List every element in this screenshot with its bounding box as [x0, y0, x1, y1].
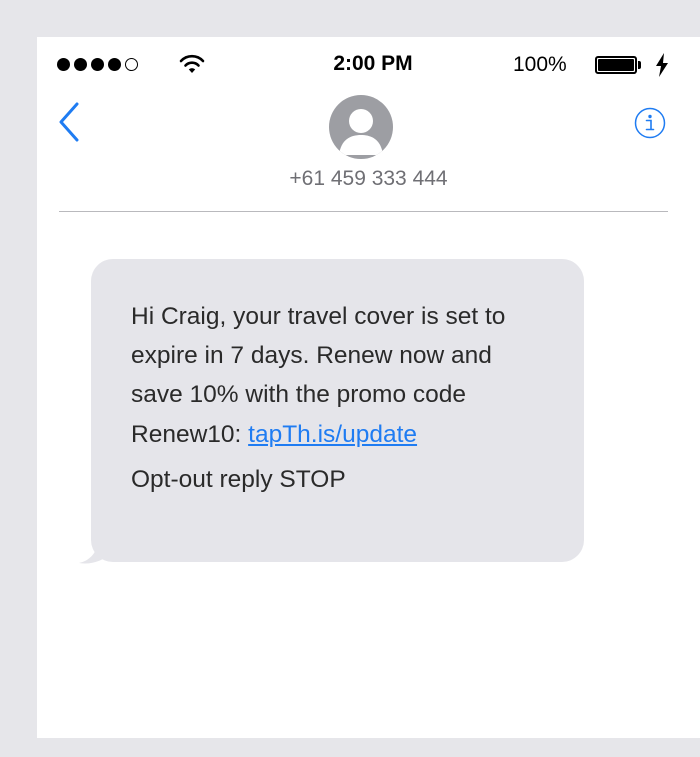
opt-out-text: Opt-out reply STOP — [131, 465, 346, 493]
contact-number[interactable]: +61 459 333 444 — [37, 167, 700, 191]
person-avatar-icon[interactable] — [329, 95, 393, 159]
message-link[interactable]: tapTh.is/update — [248, 421, 417, 448]
person-silhouette-icon — [339, 109, 383, 155]
signal-dot — [74, 58, 87, 71]
message-bubble-group: Hi Craig, your travel cover is set to ex… — [75, 259, 595, 564]
signal-dot — [91, 58, 104, 71]
wifi-icon — [179, 54, 205, 73]
battery-icon — [595, 56, 637, 74]
battery-fill — [598, 59, 634, 71]
signal-strength-icon — [57, 58, 138, 71]
message-text: Hi Craig, your travel cover is set to ex… — [131, 297, 544, 454]
battery-percentage: 100% — [513, 53, 567, 76]
bolt-icon — [656, 53, 668, 77]
signal-dot — [125, 58, 138, 71]
status-time: 2:00 PM — [333, 52, 413, 75]
phone-screen: 2:00 PM 100% +61 459 333 444 Hi Craig, y… — [37, 37, 700, 738]
signal-dot — [57, 58, 70, 71]
chevron-left-icon[interactable] — [55, 100, 85, 144]
status-bar: 2:00 PM 100% — [37, 37, 700, 93]
signal-dot — [108, 58, 121, 71]
info-circle-icon[interactable] — [634, 107, 666, 139]
header-divider — [59, 211, 668, 212]
battery-nub — [638, 61, 641, 69]
message-bubble: Hi Craig, your travel cover is set to ex… — [91, 259, 584, 562]
